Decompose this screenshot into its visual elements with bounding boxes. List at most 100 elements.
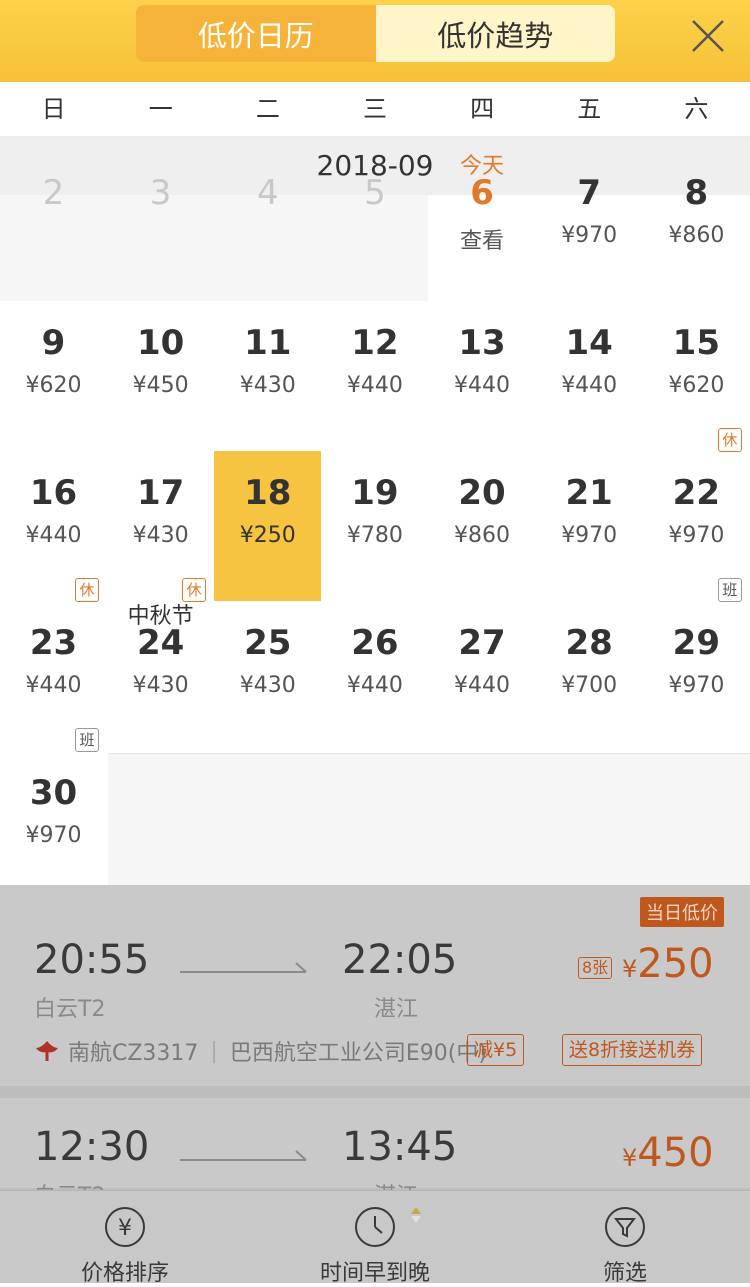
tab-low-price-calendar[interactable]: 低价日历: [136, 5, 376, 62]
calendar-day[interactable]: 中秋节 24 ¥430 休: [107, 578, 214, 751]
day-number: 8: [684, 173, 709, 213]
calendar-day[interactable]: 10 ¥450: [107, 301, 214, 451]
day-number: 11: [244, 323, 292, 363]
day-price: ¥440: [454, 673, 511, 698]
calendar-day: 2: [0, 151, 107, 301]
departure-airport: 白云T2: [34, 997, 106, 1022]
flight-price: ¥450: [622, 1130, 714, 1176]
filter-button[interactable]: 筛选: [500, 1191, 750, 1286]
yen-sort-icon: ¥: [105, 1207, 145, 1247]
coupon-tag: 送8折接送机券: [562, 1034, 703, 1066]
view-link: 查看: [460, 229, 505, 254]
day-price: ¥700: [561, 673, 618, 698]
airline-info: 南航CZ3317 | 巴西航空工业公司E90(中): [34, 1035, 487, 1067]
sort-by-price-button[interactable]: ¥ 价格排序: [0, 1191, 250, 1286]
day-number: 23: [29, 623, 78, 663]
separator: |: [210, 1038, 218, 1064]
day-price: ¥620: [25, 373, 82, 398]
weekday-label: 二: [255, 95, 280, 123]
arrow-icon: [180, 1150, 307, 1161]
day-number: 14: [565, 323, 613, 363]
day-price: ¥440: [346, 673, 403, 698]
calendar-day: 4: [214, 151, 321, 301]
calendar-day[interactable]: 28 ¥700: [536, 601, 643, 751]
arrival-time: 13:45: [342, 1124, 458, 1170]
calendar-day[interactable]: 19 ¥780: [321, 451, 428, 601]
arrival-time: 22:05: [342, 937, 458, 983]
sort-by-time-button[interactable]: 时间早到晚: [250, 1191, 500, 1286]
calendar-day[interactable]: 30 ¥970 班: [0, 728, 107, 901]
day-number: 28: [565, 623, 613, 663]
calendar-day[interactable]: 11 ¥430: [214, 301, 321, 451]
flight-card[interactable]: 12:30 白云T2 13:45 湛江 ¥450: [0, 1098, 750, 1209]
lowest-price-tag: 当日低价: [640, 897, 724, 927]
calendar-day[interactable]: 27 ¥440: [429, 601, 536, 751]
flight-number: 南航CZ3317: [68, 1041, 199, 1066]
flight-card[interactable]: 当日低价 20:55 白云T2 22:05 湛江 8张 ¥250 南航CZ331…: [0, 885, 750, 1086]
weekday-label: 三: [362, 95, 387, 123]
calendar-day[interactable]: 12 ¥440: [321, 301, 428, 451]
day-number: 17: [136, 473, 185, 513]
arrival-airport: 湛江: [374, 997, 419, 1022]
day-number: 27: [458, 623, 506, 663]
day-price: ¥430: [132, 523, 189, 548]
empty-days-background: [108, 753, 750, 886]
calendar-day[interactable]: 13 ¥440: [429, 301, 536, 451]
calendar-day[interactable]: 26 ¥440: [321, 601, 428, 751]
calendar-day[interactable]: 29 ¥970 班: [643, 578, 750, 751]
calendar-day[interactable]: 今天 6 查看: [429, 151, 536, 301]
day-number: 10: [136, 323, 185, 363]
day-price: ¥970: [668, 673, 725, 698]
seats-left-badge: 8张: [578, 957, 613, 979]
day-price: ¥430: [239, 673, 296, 698]
top-bar: 低价日历 低价趋势: [0, 0, 750, 82]
day-number: 30: [29, 773, 78, 813]
calendar-day[interactable]: 9 ¥620: [0, 301, 107, 451]
discount-tag: 减¥5: [467, 1034, 525, 1066]
day-number: 18: [244, 473, 292, 513]
day-price: ¥970: [561, 223, 618, 248]
day-number: 9: [41, 323, 66, 363]
day-price: ¥970: [561, 523, 618, 548]
holiday-badge: 休: [182, 578, 207, 602]
departure-time: 12:30: [34, 1124, 150, 1170]
day-number: 15: [672, 323, 720, 363]
weekday-label: 日: [41, 95, 66, 123]
calendar-day[interactable]: 14 ¥440: [536, 301, 643, 451]
calendar-day: 5: [321, 151, 428, 301]
day-price: ¥780: [346, 523, 403, 548]
day-price: ¥620: [668, 373, 725, 398]
arrow-icon: [180, 962, 307, 973]
holiday-badge: 休: [717, 428, 742, 452]
day-price: ¥860: [454, 523, 511, 548]
holiday-badge: 休: [75, 578, 99, 602]
workday-badge: 班: [717, 578, 742, 602]
day-number: 7: [577, 173, 602, 213]
day-price: ¥440: [25, 523, 82, 548]
calendar-day[interactable]: 21 ¥970: [536, 451, 643, 601]
close-icon[interactable]: [690, 18, 726, 54]
clock-icon: [355, 1207, 395, 1247]
view-tabs: 低价日历 低价趋势: [136, 5, 615, 62]
currency-symbol: ¥: [622, 1144, 638, 1172]
aircraft-type: 巴西航空工业公司E90(中): [229, 1041, 487, 1066]
calendar-day[interactable]: 8 ¥860: [643, 151, 750, 301]
calendar-day[interactable]: 20 ¥860: [429, 451, 536, 601]
day-price: ¥440: [25, 673, 82, 698]
day-number: 3: [149, 173, 172, 213]
calendar-day[interactable]: 7 ¥970: [536, 151, 643, 301]
weekday-label: 一: [148, 95, 173, 123]
weekday-label: 六: [684, 95, 709, 123]
day-number: 13: [458, 323, 506, 363]
filter-icon: [605, 1207, 645, 1247]
day-price: ¥440: [454, 373, 511, 398]
day-price: ¥250: [239, 523, 296, 548]
calendar-day[interactable]: 25 ¥430: [214, 601, 321, 751]
price-value: 450: [637, 1130, 714, 1176]
calendar-day[interactable]: 18 ¥250: [214, 451, 322, 601]
weekday-header: 日 一 二 三 四 五 六: [0, 82, 750, 137]
tab-low-price-trend[interactable]: 低价趋势: [375, 5, 615, 62]
day-number: 2: [42, 173, 65, 213]
day-number: 22: [672, 473, 720, 513]
china-southern-logo-icon: [36, 1041, 58, 1061]
